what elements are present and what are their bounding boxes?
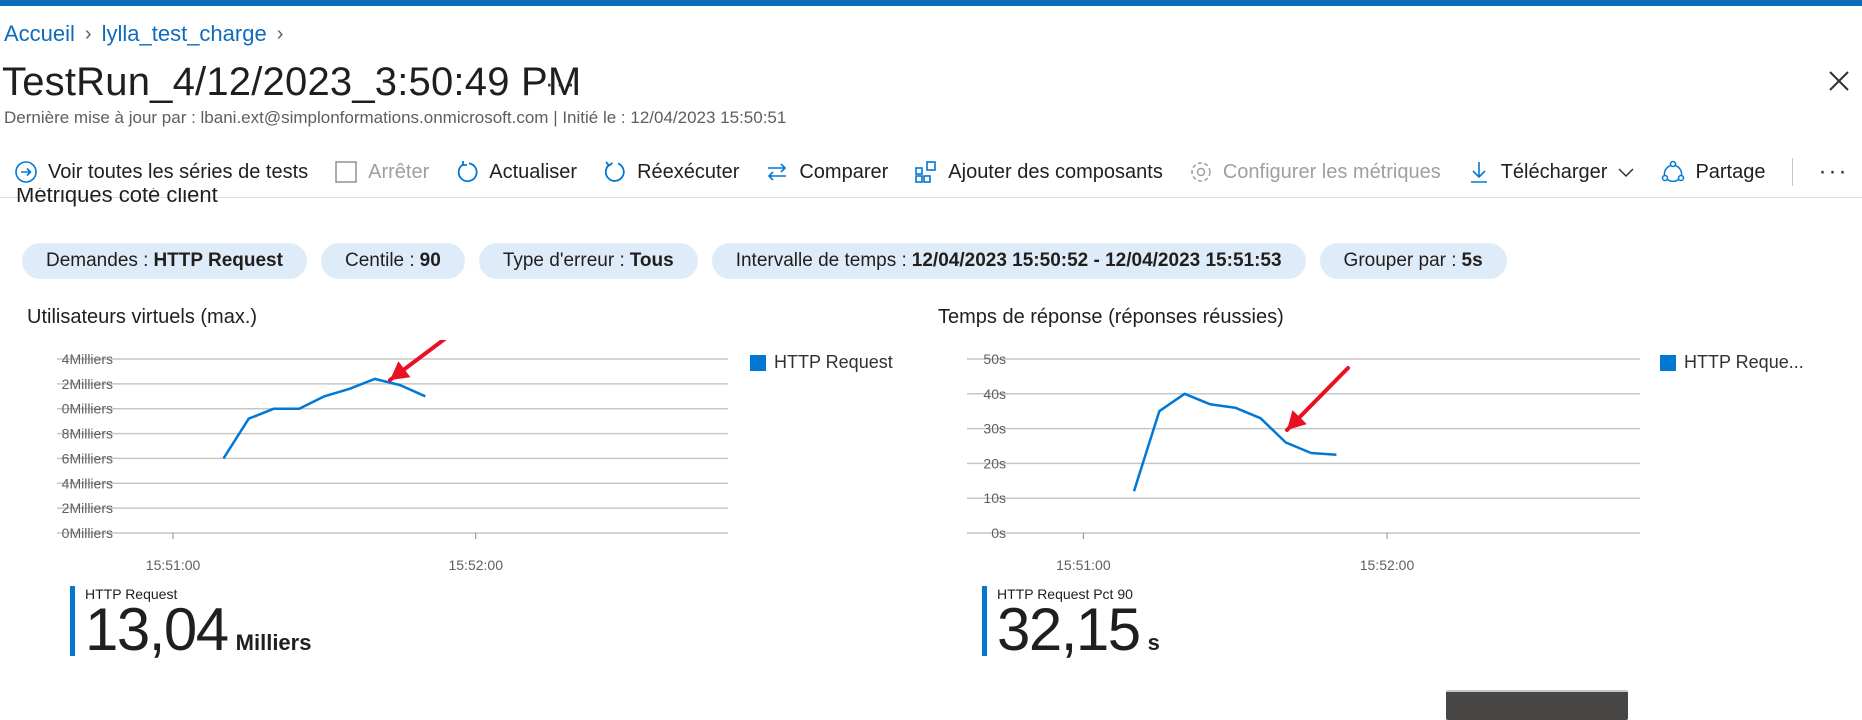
filter-time-range-value: 12/04/2023 15:50:52 - 12/04/2023 15:51:5… — [912, 250, 1282, 272]
x-tick-label: 15:51:00 — [1056, 557, 1111, 573]
section-title-text: Métriques coté client — [16, 188, 218, 207]
filter-error-type-value: Tous — [630, 250, 674, 272]
filter-group-by-label: Grouper par : — [1344, 250, 1457, 272]
chevron-right-icon: › — [277, 23, 284, 46]
chevron-right-icon: › — [85, 23, 92, 46]
y-tick-label: 6Milliers — [62, 450, 113, 466]
compare-arrows-icon — [765, 160, 789, 184]
filter-requests-label: Demandes : — [46, 250, 148, 272]
y-tick-label: 4Milliers — [62, 475, 113, 491]
chevron-down-icon — [1617, 163, 1635, 181]
close-icon[interactable] — [1826, 68, 1852, 94]
breadcrumb-home-link[interactable]: Accueil — [4, 21, 75, 47]
filter-pill-time-range[interactable]: Intervalle de temps :12/04/2023 15:50:52… — [712, 243, 1306, 279]
section-title: Métriques coté client — [16, 188, 218, 214]
chart-title-virtual-users: Utilisateurs virtuels (max.) — [27, 306, 257, 329]
compare-button[interactable]: Comparer — [765, 160, 888, 184]
stat-virtual-users: HTTP Request 13,04 Milliers — [70, 586, 311, 656]
stat-response-time: HTTP Request Pct 90 32,15 s — [982, 586, 1160, 656]
y-tick-label: 30s — [983, 421, 1006, 437]
add-components-label: Ajouter des composants — [948, 161, 1163, 184]
stop-checkbox-icon — [334, 160, 358, 184]
y-tick-label: 50s — [983, 351, 1006, 367]
y-tick-label: 4Milliers — [62, 351, 113, 367]
legend-label: HTTP Request — [774, 352, 893, 373]
legend-swatch — [1660, 355, 1676, 371]
response-time-chart: 50s 40s 30s 20s 10s 0s 15:51:00 15:52:00 — [910, 340, 1670, 580]
filter-error-type-label: Type d'erreur : — [503, 250, 625, 272]
filter-percentile-label: Centile : — [345, 250, 415, 272]
stop-button[interactable]: Arrêter — [334, 160, 429, 184]
filter-pill-group-by[interactable]: Grouper par :5s — [1320, 243, 1507, 279]
legend-virtual-users[interactable]: HTTP Request — [750, 352, 893, 373]
refresh-icon — [455, 160, 479, 184]
download-label: Télécharger — [1501, 161, 1608, 184]
toolbar-more-button[interactable]: ··· — [1819, 158, 1849, 186]
chart-title-response-time: Temps de réponse (réponses réussies) — [938, 306, 1284, 329]
rerun-label: Réexécuter — [637, 161, 739, 184]
stat-value: 13,04 — [85, 602, 228, 658]
y-tick-label: 10s — [983, 490, 1006, 506]
x-tick-label: 15:51:00 — [146, 557, 201, 573]
share-icon — [1661, 160, 1685, 184]
refresh-button[interactable]: Actualiser — [455, 160, 577, 184]
y-tick-label: 20s — [983, 455, 1006, 471]
stat-unit: Milliers — [236, 630, 312, 656]
y-tick-label: 8Milliers — [62, 426, 113, 442]
toolbar-border — [0, 197, 1862, 198]
filter-percentile-value: 90 — [420, 250, 441, 272]
y-tick-label: 2Milliers — [62, 500, 113, 516]
filter-time-range-label: Intervalle de temps : — [736, 250, 907, 272]
rerun-button[interactable]: Réexécuter — [603, 160, 739, 184]
stat-unit: s — [1148, 630, 1160, 656]
share-button[interactable]: Partage — [1661, 160, 1765, 184]
legend-response-time[interactable]: HTTP Reque... — [1660, 352, 1804, 373]
legend-swatch — [750, 355, 766, 371]
series-line[interactable] — [224, 379, 426, 459]
filter-group-by-value: 5s — [1462, 250, 1483, 272]
add-components-button[interactable]: Ajouter des composants — [914, 160, 1163, 184]
legend-label: HTTP Reque... — [1684, 352, 1804, 373]
gear-icon — [1189, 160, 1213, 184]
download-button[interactable]: Télécharger — [1467, 160, 1636, 184]
breadcrumb: Accueil › lylla_test_charge › — [4, 20, 293, 48]
y-tick-label: 2Milliers — [62, 376, 113, 392]
share-label: Partage — [1695, 161, 1765, 184]
compare-label: Comparer — [799, 161, 888, 184]
breadcrumb-resource-link[interactable]: lylla_test_charge — [102, 21, 267, 47]
command-bar: Voir toutes les séries de tests Arrêter … — [14, 155, 1848, 189]
y-tick-label: 0s — [991, 525, 1006, 541]
y-tick-label: 0Milliers — [62, 525, 113, 541]
filter-pill-requests[interactable]: Demandes :HTTP Request — [22, 243, 307, 279]
annotation-arrowhead — [390, 361, 410, 380]
add-components-icon — [914, 160, 938, 184]
filter-pill-error-type[interactable]: Type d'erreur :Tous — [479, 243, 698, 279]
view-all-runs-label: Voir toutes les séries de tests — [48, 161, 308, 184]
rerun-icon — [603, 160, 627, 184]
x-tick-label: 15:52:00 — [448, 557, 503, 573]
page-subtitle: Dernière mise à jour par : lbani.ext@sim… — [4, 108, 786, 128]
y-tick-label: 40s — [983, 386, 1006, 402]
stat-value: 32,15 — [997, 602, 1140, 658]
y-tick-label: 0Milliers — [62, 401, 113, 417]
arrow-circle-right-icon — [14, 160, 38, 184]
title-more-button[interactable]: ··· — [545, 68, 577, 99]
filter-pill-percentile[interactable]: Centile :90 — [321, 243, 465, 279]
view-all-runs-button[interactable]: Voir toutes les séries de tests — [14, 160, 308, 184]
download-icon — [1467, 160, 1491, 184]
page-title: TestRun_4/12/2023_3:50:49 PM — [2, 60, 581, 105]
virtual-users-chart: 4Milliers 2Milliers 0Milliers 8Milliers 6Mil… — [0, 340, 760, 580]
x-tick-label: 15:52:00 — [1360, 557, 1415, 573]
filter-requests-value: HTTP Request — [153, 250, 283, 272]
floating-panel[interactable] — [1446, 690, 1628, 720]
filter-pills: Demandes :HTTP Request Centile :90 Type … — [22, 243, 1521, 279]
configure-metrics-button[interactable]: Configurer les métriques — [1189, 160, 1441, 184]
stop-label: Arrêter — [368, 161, 429, 184]
top-accent-bar — [0, 0, 1862, 6]
toolbar-divider — [1792, 158, 1793, 186]
refresh-label: Actualiser — [489, 161, 577, 184]
configure-metrics-label: Configurer les métriques — [1223, 161, 1441, 184]
